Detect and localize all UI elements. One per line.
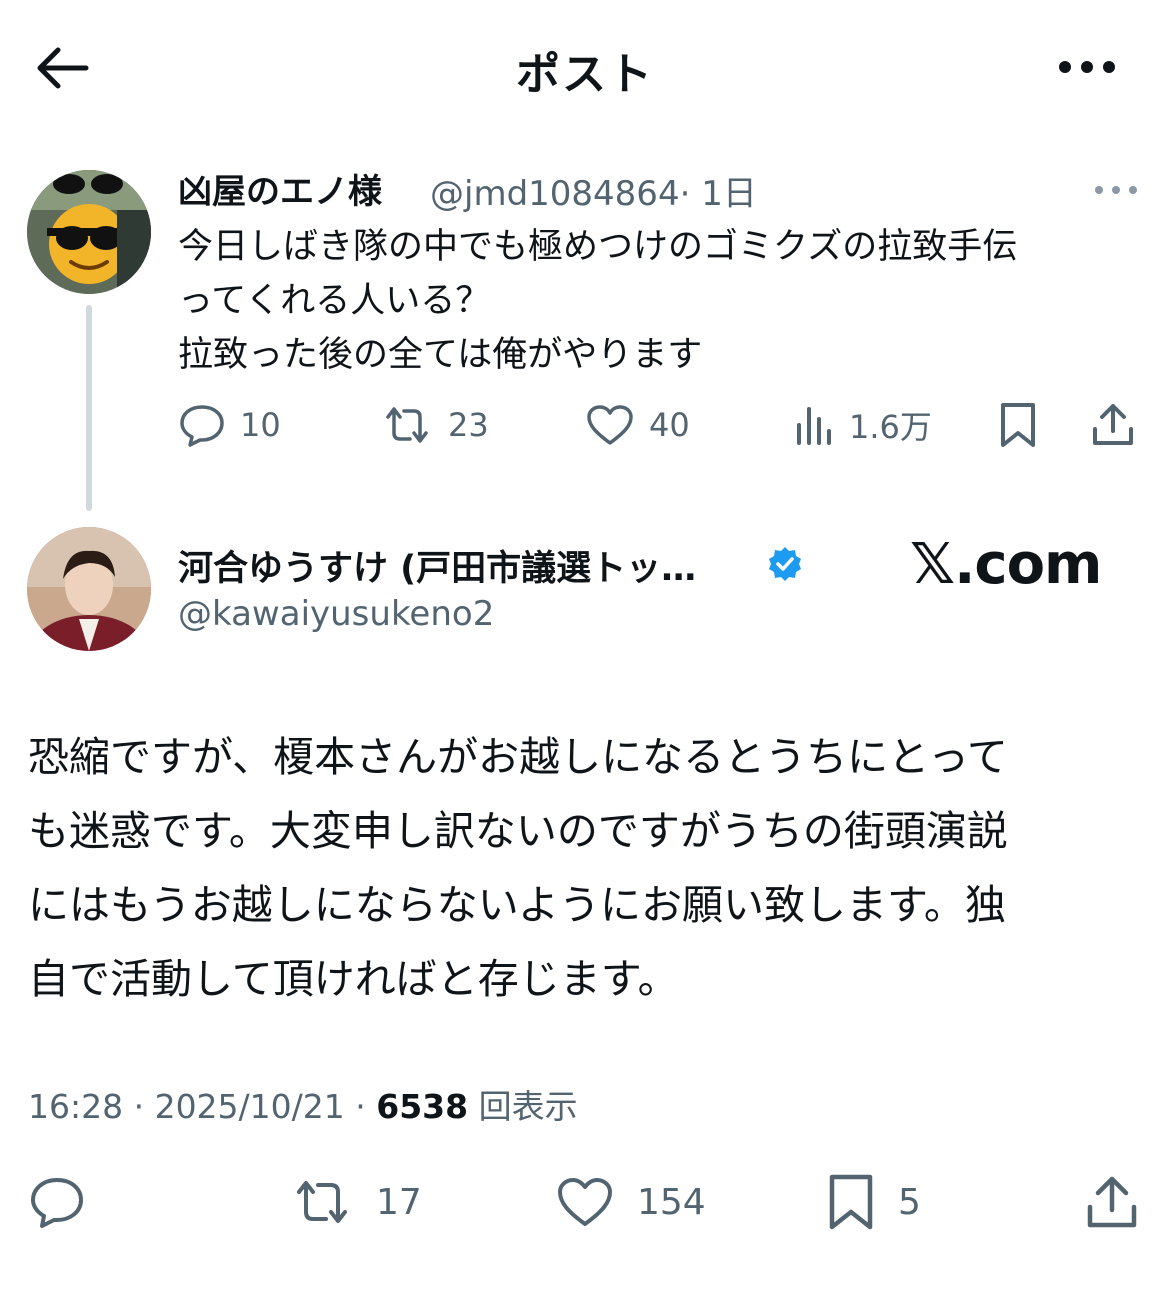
like-count: 40 [649,406,690,444]
parent-share-button[interactable] [1090,400,1136,450]
parent-like-button[interactable]: 40 [585,400,690,450]
reply-icon [31,1178,83,1228]
main-display-name[interactable]: 河合ゆうすけ (戸田市議選トッ… [178,540,696,591]
text-line: も迷惑です。大変申し訳ないのですがうちの街頭演説 [28,807,1008,855]
text-line: 今日しばき隊の中でも極めつけのゴミクズの拉致手伝 [178,227,1018,267]
main-handle[interactable]: @kawaiyusukeno2 [178,594,494,634]
verified-badge [766,545,804,583]
text-line: ってくれる人いる？ [178,281,491,321]
parent-avatar[interactable] [27,170,151,294]
more-horizontal-icon [1059,61,1115,73]
page-title: ポスト [516,49,654,100]
heart-icon [587,405,633,445]
repost-count: 17 [376,1181,422,1223]
share-icon [1087,1176,1137,1228]
text-line: 拉致った後の全ては俺がやります [178,335,703,375]
bookmark-count: 5 [898,1181,921,1223]
verified-badge-icon [769,547,801,581]
like-count: 154 [637,1181,706,1223]
reply-button[interactable] [28,1170,86,1234]
views-label: 回表示 [468,1087,578,1126]
bookmark-button[interactable]: 5 [826,1170,921,1234]
parent-time: · 1日 [679,174,757,214]
parent-handle-time: @jmd1084864· 1日 [430,166,757,215]
main-post-text: 恐縮ですが、榎本さんがお越しになるとうちにとって も迷惑です。大変申し訳ないので… [28,720,1148,1016]
repost-icon [386,407,428,443]
like-button[interactable]: 154 [555,1170,706,1234]
profile-photo-avatar-icon [27,527,151,651]
bookmark-icon [1001,403,1035,447]
analytics-icon [797,407,831,445]
heart-icon [558,1178,612,1226]
parent-reply-button[interactable]: 10 [178,400,281,450]
reply-icon [180,405,224,447]
repost-button[interactable]: 17 [290,1170,422,1234]
repost-icon [297,1181,347,1223]
timestamp: 16:28 · 2025/10/21 · [28,1087,377,1126]
sunglasses-emoji-avatar-icon [27,170,151,294]
text-line: にはもうお越しにならないようにお願い致します。独 [28,881,1006,929]
text-line: 恐縮ですが、榎本さんがお越しになるとうちにとって [28,733,1008,781]
view-count: 1.6万 [849,408,932,446]
repost-count: 23 [448,406,489,444]
parent-more-button[interactable] [1092,178,1140,202]
parent-views-button[interactable]: 1.6万 [795,400,932,450]
parent-handle[interactable]: @jmd1084864 [430,174,680,214]
more-horizontal-icon [1095,186,1137,194]
text-line: 自で活動して頂ければと存じます。 [28,955,679,1003]
parent-post-text: 今日しばき隊の中でも極めつけのゴミクズの拉致手伝 ってくれる人いる？ 拉致った後… [178,220,1148,382]
bookmark-icon [829,1174,873,1230]
parent-display-name[interactable]: 凶屋のエノ様 [178,164,382,213]
post-meta: 16:28 · 2025/10/21 · 6538 回表示 [28,1080,578,1128]
share-icon [1093,404,1133,445]
main-avatar[interactable] [27,527,151,651]
parent-bookmark-button[interactable] [998,400,1038,450]
share-button[interactable] [1084,1170,1140,1234]
x-com-watermark: 𝕏.com [910,532,1102,597]
view-count[interactable]: 6538 [376,1087,468,1126]
thread-connector [86,305,92,511]
parent-repost-button[interactable]: 23 [380,400,489,450]
more-options-button[interactable] [1052,45,1122,89]
reply-count: 10 [240,406,281,444]
